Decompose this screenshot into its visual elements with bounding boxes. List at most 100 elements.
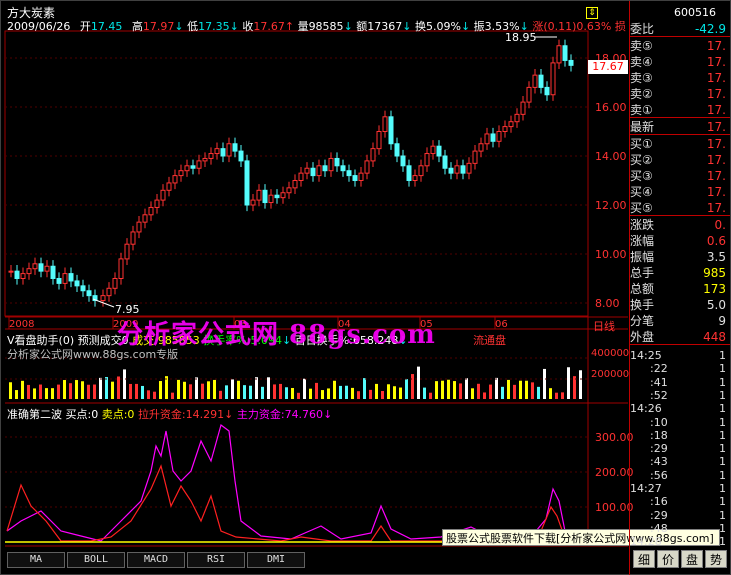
tab-macd[interactable]: MACD <box>127 552 185 568</box>
indicator2-title[interactable]: 准确第二波 <box>7 408 62 421</box>
bid-row-5: 买⑤ 17. <box>630 201 730 216</box>
candle-body <box>62 273 68 284</box>
volume-bar <box>135 383 138 399</box>
bid-row-3: 买③ 17. <box>630 169 730 184</box>
bid-row-2: 买② 17. <box>630 153 730 168</box>
bid-label: 买④ <box>630 185 653 199</box>
amplitude-label: 振 <box>473 20 485 33</box>
volume-value: 98585 <box>308 20 344 33</box>
volume-bar <box>381 390 384 399</box>
tick-time: :18 <box>650 428 668 442</box>
tab-price[interactable]: 价 <box>657 550 679 568</box>
candle-body <box>376 131 382 150</box>
candle-body <box>346 170 352 177</box>
volume-bar <box>423 387 426 399</box>
candle-body <box>166 182 172 191</box>
amount-value: 17367 <box>367 20 403 33</box>
high-mark-label: 18.95 <box>505 31 537 44</box>
volume-bar <box>537 386 540 399</box>
stat-value: 5.0 <box>706 298 726 312</box>
price-tick: 16.00 <box>595 101 627 114</box>
tab-detail[interactable]: 细 <box>633 550 655 568</box>
stat-row: 分笔 9 <box>630 314 730 329</box>
candle-body <box>56 278 62 284</box>
candle-body <box>14 270 20 279</box>
candle-body <box>130 231 136 245</box>
candle-body <box>262 189 268 204</box>
candle-body <box>406 165 412 182</box>
volume-bar <box>303 378 306 399</box>
volume-bar <box>393 386 396 399</box>
candle-body <box>316 165 322 177</box>
volume-bar <box>345 385 348 399</box>
tick-time: :52 <box>650 388 668 402</box>
tab-boll[interactable]: BOLL <box>67 552 125 568</box>
tick-row: :41 1 <box>630 376 730 389</box>
tick-volume: 1 <box>719 508 726 522</box>
candle-body <box>442 155 448 169</box>
ask-price: 17. <box>706 55 726 69</box>
tick-time: :41 <box>650 375 668 389</box>
candle-body <box>460 165 466 174</box>
tick-row: :52 1 <box>630 389 730 402</box>
tick-row: :16 1 <box>630 495 730 508</box>
tick-row: :56 1 <box>630 469 730 482</box>
tab-book[interactable]: 盘 <box>681 550 703 568</box>
sell-point: 卖点:0 <box>101 408 135 421</box>
stat-value: 0.6 <box>706 234 726 248</box>
tick-time: :29 <box>650 442 668 456</box>
turnover-label: 换 <box>415 20 426 33</box>
change-value: (0.11) <box>543 20 577 33</box>
volume-bar <box>405 379 408 399</box>
candle-body <box>448 167 454 174</box>
tick-time: 14:26 <box>630 402 662 416</box>
volume-bar <box>483 392 486 399</box>
candle-body <box>334 157 340 167</box>
pull-funds: 拉升资金:14.291 <box>137 408 225 421</box>
candle-body <box>514 113 520 123</box>
volume-bar <box>309 388 312 399</box>
volume-bar <box>477 383 480 399</box>
bid-row-4: 买④ 17. <box>630 185 730 200</box>
volume-bar <box>429 392 432 399</box>
volume-bar <box>555 392 558 399</box>
chart-canvas[interactable] <box>1 1 731 575</box>
stat-label: 换手 <box>630 298 655 312</box>
main-funds: 主力资金:74.760 <box>236 408 324 421</box>
tab-rsi[interactable]: RSI <box>187 552 245 568</box>
tab-dmi[interactable]: DMI <box>247 552 305 568</box>
candle-body <box>178 170 184 177</box>
candle-body <box>550 62 556 96</box>
volume-bar <box>531 382 534 399</box>
volume-bar <box>417 366 420 399</box>
stat-value: 0. <box>714 218 726 232</box>
volume-bar <box>387 384 390 399</box>
tab-trend[interactable]: 势 <box>705 550 727 568</box>
volume-bar <box>501 386 504 399</box>
ask-label: 卖③ <box>630 71 653 85</box>
candle-body <box>562 45 568 61</box>
candle-body <box>286 187 292 194</box>
volume-bar <box>507 379 510 399</box>
volume-bar <box>561 392 564 399</box>
candle-body <box>418 165 424 177</box>
volume-bar <box>225 385 228 399</box>
volume-bar <box>291 387 294 399</box>
indicator2-tick: 100.00 <box>595 501 634 514</box>
tab-ma[interactable]: MA <box>7 552 65 568</box>
candle-body <box>310 167 316 177</box>
outer-label: 外盘 <box>630 330 655 344</box>
amount-label: 额 <box>356 20 368 33</box>
candle-body <box>412 175 418 182</box>
ask-row-5: 卖⑤ 17. <box>630 39 730 54</box>
volume-bar <box>177 379 180 399</box>
candle-body <box>208 153 214 159</box>
date-label: 2008 <box>9 319 35 330</box>
ask-price: 17. <box>706 39 726 53</box>
volume-bar <box>87 384 90 399</box>
tick-time: :16 <box>650 495 668 509</box>
candle-body <box>556 45 562 64</box>
tick-time: :56 <box>650 468 668 482</box>
period-label[interactable]: 日线 <box>593 318 615 334</box>
pin-icon[interactable]: ⇕ <box>586 7 598 19</box>
